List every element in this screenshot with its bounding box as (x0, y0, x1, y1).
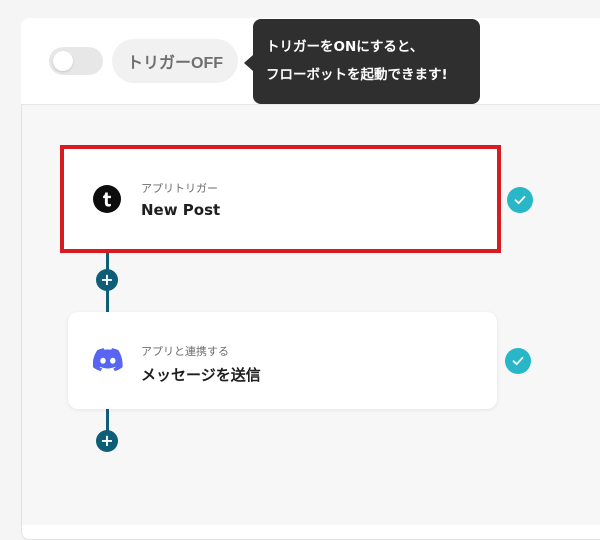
tooltip-line-1: トリガーをONにすると、 (266, 39, 424, 55)
trigger-tooltip: トリガーをONにすると、 フローボットを起動できます! (244, 19, 480, 104)
step-type-label: アプリトリガー (141, 182, 218, 195)
check-icon (507, 187, 533, 213)
add-step-button[interactable]: + (96, 430, 118, 452)
step-title: メッセージを送信 (141, 366, 261, 384)
step-type-label: アプリと連携する (141, 345, 229, 358)
discord-icon (92, 347, 123, 377)
trigger-status-label: トリガーOFF (112, 39, 238, 83)
check-icon (505, 348, 531, 374)
trigger-toggle[interactable] (49, 47, 103, 75)
tooltip-line-2: フローボットを起動できます! (266, 67, 448, 83)
step-card-trigger[interactable]: アプリトリガー New Post (60, 145, 501, 253)
add-step-button[interactable]: + (96, 269, 118, 291)
toggle-knob (53, 51, 73, 71)
step-card-action[interactable]: アプリと連携する メッセージを送信 (68, 312, 497, 409)
step-title: New Post (141, 201, 221, 219)
tumblr-icon (92, 184, 122, 218)
